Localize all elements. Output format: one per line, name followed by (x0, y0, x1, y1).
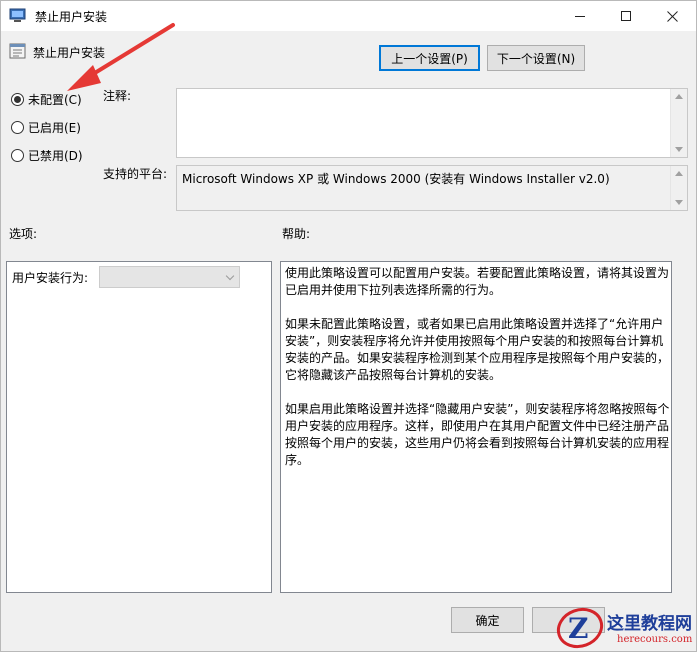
watermark-url: herecours.com (617, 634, 693, 645)
minimize-icon (575, 15, 585, 17)
radio-label: 未配置(C) (28, 92, 82, 107)
site-watermark: Z 这里教程网 herecours.com (553, 603, 696, 651)
help-paragraph: 使用此策略设置可以配置用户安装。若要配置此策略设置，请将其设置为已启用并使用下拉… (285, 266, 670, 297)
comment-label: 注释: (103, 89, 132, 103)
watermark-name: 这里教程网 (607, 614, 692, 634)
radio-label: 已启用(E) (28, 120, 81, 135)
radio-disabled[interactable]: 已禁用(D) (11, 146, 83, 164)
scroll-down-icon[interactable] (675, 200, 683, 205)
minimize-button[interactable] (557, 1, 603, 31)
platform-value: Microsoft Windows XP 或 Windows 2000 (安装有… (182, 172, 610, 186)
comment-scrollbar[interactable] (670, 89, 687, 157)
policy-app-icon (9, 8, 26, 22)
policy-setting-icon (9, 43, 26, 59)
options-panel: 用户安装行为: (6, 261, 272, 593)
close-icon (666, 10, 678, 22)
ok-button[interactable]: 确定 (451, 607, 524, 633)
watermark-letter: Z (568, 612, 588, 645)
radio-not-configured[interactable]: 未配置(C) (11, 90, 82, 108)
scroll-up-icon[interactable] (675, 171, 683, 176)
next-setting-button[interactable]: 下一个设置(N) (487, 45, 585, 71)
chevron-down-icon (225, 271, 235, 281)
radio-circle[interactable] (11, 148, 24, 162)
platform-readonly-field: Microsoft Windows XP 或 Windows 2000 (安装有… (176, 165, 688, 211)
help-paragraph: 如果未配置此策略设置，或者如果已启用此策略设置并选择了“允许用户安装”，则安装程… (285, 317, 670, 382)
help-paragraph: 如果启用此策略设置并选择“隐藏用户安装”，则安装程序将忽略按照每个用户安装的应用… (285, 402, 670, 467)
user-install-behavior-dropdown[interactable] (99, 266, 240, 288)
user-install-behavior-label: 用户安装行为: (12, 271, 89, 285)
radio-circle[interactable] (11, 120, 24, 134)
comment-textarea[interactable] (176, 88, 688, 158)
scroll-up-icon[interactable] (675, 94, 683, 99)
maximize-button[interactable] (603, 1, 649, 31)
platform-scrollbar[interactable] (670, 166, 687, 210)
watermark-logo-icon: Z (556, 607, 604, 649)
help-section-label: 帮助: (282, 227, 311, 241)
radio-selected-dot (14, 95, 21, 103)
radio-label: 已禁用(D) (28, 148, 83, 163)
radio-circle[interactable] (11, 92, 24, 106)
scroll-down-icon[interactable] (675, 147, 683, 152)
platform-label: 支持的平台: (103, 167, 168, 181)
setting-title: 禁止用户安装 (33, 46, 106, 60)
maximize-icon (621, 11, 631, 21)
title-bar: 禁止用户安装 (1, 1, 696, 31)
options-section-label: 选项: (9, 227, 38, 241)
radio-enabled[interactable]: 已启用(E) (11, 118, 81, 136)
help-text: 使用此策略设置可以配置用户安装。若要配置此策略设置，请将其设置为已启用并使用下拉… (285, 265, 673, 486)
help-panel: 使用此策略设置可以配置用户安装。若要配置此策略设置，请将其设置为已启用并使用下拉… (280, 261, 672, 593)
window-title: 禁止用户安装 (35, 10, 108, 24)
previous-setting-button[interactable]: 上一个设置(P) (379, 45, 480, 71)
close-button[interactable] (649, 1, 695, 31)
policy-dialog-window: 禁止用户安装 禁止用户安装 上一个设置(P) 下一个设置(N) 未配置(C) 已… (0, 0, 697, 652)
